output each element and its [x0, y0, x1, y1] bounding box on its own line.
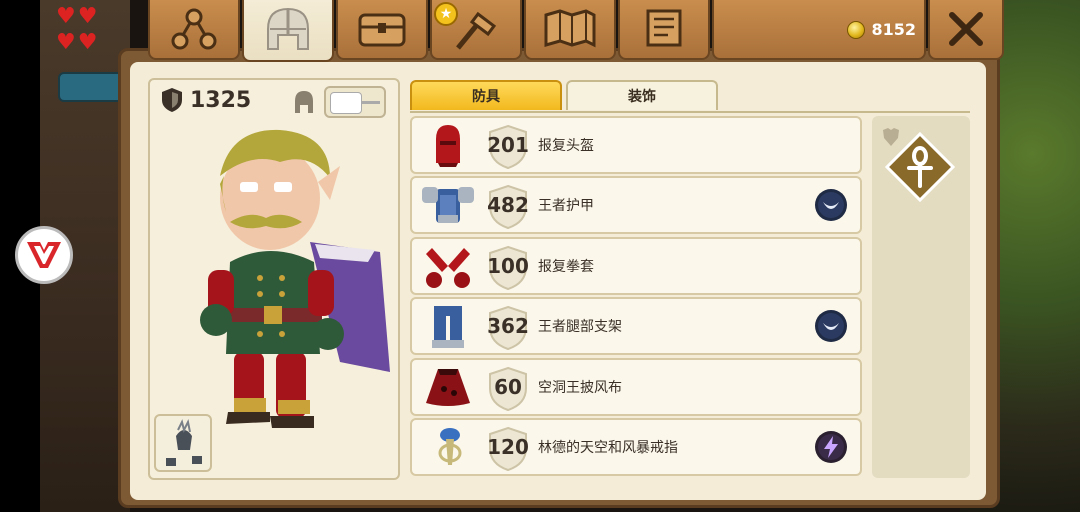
item-name: 报复头盔: [538, 138, 594, 154]
item-name: 报复拳套: [538, 258, 594, 275]
tab-armor[interactable]: 防具: [410, 80, 562, 110]
helmet-visibility-toggle[interactable]: [324, 86, 386, 118]
heart-icon: ♥: [77, 30, 98, 55]
item-name: 林德的天空和风暴戒指: [538, 439, 678, 456]
gloves-item-icon: [426, 247, 470, 288]
armor-total: 1325: [160, 86, 251, 114]
tab-quests[interactable]: [618, 0, 710, 60]
tab-cosmetics[interactable]: 装饰: [566, 80, 718, 110]
equipment-subtabs: 防具 装饰: [410, 80, 718, 112]
map-icon: [544, 9, 596, 48]
moon-icon: [815, 189, 847, 222]
tab-equipment[interactable]: [242, 0, 334, 62]
armor-row-cape[interactable]: 60 空洞王披风布: [410, 357, 862, 416]
armor-value: 482: [487, 193, 529, 218]
toggle-track: [362, 101, 380, 104]
armor-set-icon: [883, 128, 899, 146]
logo-icon: [27, 242, 61, 268]
close-icon: [949, 12, 983, 46]
helmet-accessory-icon: [166, 418, 202, 466]
close-button[interactable]: [928, 0, 1004, 60]
accessory-slot[interactable]: [154, 414, 212, 472]
armor-row-chest[interactable]: 482 王者护甲: [410, 176, 862, 235]
item-name: 空洞王披风布: [538, 379, 622, 396]
helmet-icon: [267, 7, 309, 50]
skill-tree-icon: [171, 8, 217, 50]
tab-skills[interactable]: [148, 0, 240, 60]
subtab-divider: [410, 111, 970, 113]
star-icon: ★: [434, 2, 458, 26]
armor-total-value: 1325: [190, 87, 252, 113]
app-logo-button[interactable]: [15, 226, 73, 284]
armor-value: 201: [487, 133, 529, 157]
leggings-item-icon: [432, 306, 464, 349]
armor-row-legs[interactable]: 362 王者腿部支架: [410, 297, 862, 356]
heart-icon: ♥: [77, 4, 98, 29]
armor-value: 120: [487, 434, 529, 459]
lightning-icon: [815, 430, 847, 463]
armor-row-ring[interactable]: 120 林德的天空和风暴戒指: [410, 417, 862, 476]
chest-icon: [358, 13, 406, 47]
armor-list: 201 报复头盔 482 王者护甲 100 报复拳套 362 王者腿部支架 60…: [410, 116, 862, 478]
helmet-visibility-toggle-group: [292, 86, 386, 118]
tab-inventory[interactable]: [336, 0, 428, 60]
armor-value: 362: [487, 314, 529, 339]
cape-item-icon: [426, 368, 470, 406]
item-name: 王者腿部支架: [538, 319, 622, 336]
armor-row-helmet[interactable]: 201 报复头盔: [410, 116, 862, 174]
coin-icon: [847, 20, 866, 39]
ring-item-icon: [438, 427, 462, 465]
armor-value: 60: [494, 374, 522, 399]
shield-icon: [162, 88, 182, 112]
currency-display: 8152: [847, 20, 916, 39]
character-model: [200, 129, 390, 428]
helmet-item-icon: [436, 125, 460, 167]
currency-amount: 8152: [871, 20, 916, 39]
heart-icon: ♥: [56, 4, 76, 29]
tab-crafting[interactable]: ★: [430, 0, 522, 60]
helmet-icon: [295, 91, 313, 113]
moon-icon: [815, 310, 847, 343]
tab-map[interactable]: [524, 0, 616, 60]
chestplate-item-icon: [422, 187, 474, 224]
armor-row-gloves[interactable]: 100 报复拳套: [410, 236, 862, 295]
armor-value: 100: [487, 253, 529, 278]
scroll-icon: [646, 9, 682, 47]
item-name: 王者护甲: [538, 198, 594, 215]
tab-bar: ★ 8152: [110, 0, 1006, 64]
heart-icon: ♥: [56, 30, 76, 55]
toggle-knob: [330, 92, 362, 114]
